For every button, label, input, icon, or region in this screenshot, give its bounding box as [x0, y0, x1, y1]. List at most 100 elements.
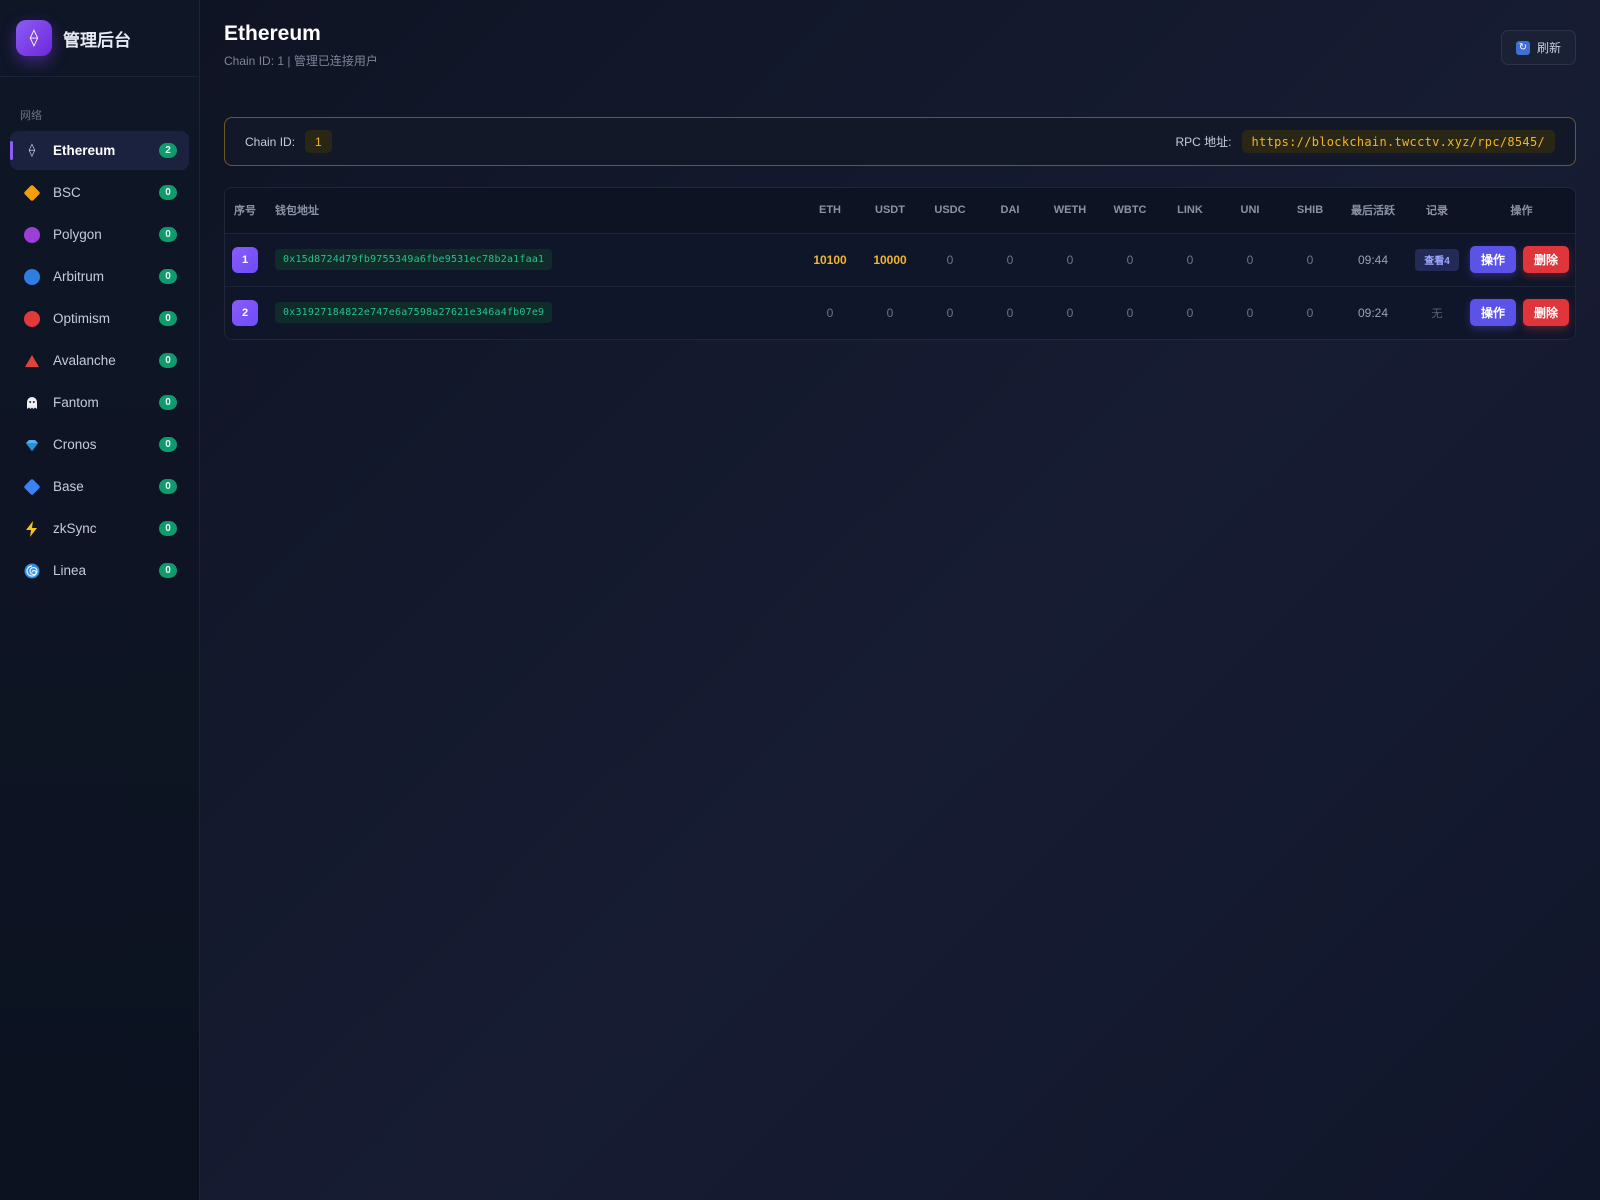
balance-uni: 0 [1246, 305, 1254, 320]
col-header-address: 钱包地址 [265, 188, 800, 234]
bsc-icon [22, 183, 42, 203]
col-header-shib: SHIB [1280, 188, 1340, 234]
sidebar-item-label: Avalanche [53, 353, 116, 368]
balance-shib: 0 [1306, 252, 1314, 267]
base-icon [22, 477, 42, 497]
refresh-button[interactable]: ↻ 刷新 [1500, 30, 1576, 65]
page-header: Ethereum Chain ID: 1 | 管理已连接用户 ↻ 刷新 [224, 22, 1576, 94]
sidebar-item-zksync[interactable]: zkSync 0 [10, 509, 189, 548]
sidebar-item-fantom[interactable]: Fantom 0 [10, 383, 189, 422]
sidebar: ⟠ 管理后台 网络 ⟠ Ethereum 2 BSC 0 Polygon 0 A… [0, 0, 200, 1200]
col-header-eth: ETH [800, 188, 860, 234]
sidebar-item-arbitrum[interactable]: Arbitrum 0 [10, 257, 189, 296]
count-badge: 0 [159, 227, 177, 242]
col-header-wbtc: WBTC [1100, 188, 1160, 234]
sidebar-item-label: Linea [53, 563, 87, 578]
col-header-last-active: 最后活跃 [1340, 188, 1406, 234]
sidebar-item-ethereum[interactable]: ⟠ Ethereum 2 [10, 131, 189, 170]
col-header-actions: 操作 [1468, 188, 1575, 234]
page-title: Ethereum [224, 22, 321, 45]
sidebar-item-linea[interactable]: Linea 0 [10, 551, 189, 590]
sidebar-item-label: Cronos [53, 437, 97, 452]
users-table: 序号 钱包地址 ETH USDT USDC DAI WETH WBTC LINK… [224, 187, 1576, 340]
balance-dai: 0 [1006, 305, 1014, 320]
operate-button[interactable]: 操作 [1469, 246, 1516, 273]
balance-link: 0 [1186, 305, 1194, 320]
chain-id-value: 1 [305, 130, 332, 153]
operate-button[interactable]: 操作 [1469, 299, 1516, 327]
arbitrum-icon [22, 267, 42, 287]
table-header-row: 序号 钱包地址 ETH USDT USDC DAI WETH WBTC LINK… [225, 188, 1575, 234]
sidebar-item-label: Fantom [53, 395, 99, 410]
count-badge: 0 [159, 353, 177, 368]
col-header-weth: WETH [1040, 188, 1100, 234]
delete-button[interactable]: 删除 [1522, 299, 1569, 327]
sidebar-item-base[interactable]: Base 0 [10, 467, 189, 506]
count-badge: 0 [159, 437, 177, 452]
view-records-button[interactable]: 查看4 [1415, 248, 1459, 271]
sidebar-item-avalanche[interactable]: Avalanche 0 [10, 341, 189, 380]
balance-wbtc: 0 [1126, 252, 1134, 267]
count-badge: 0 [159, 311, 177, 326]
brand-title: 管理后台 [63, 30, 131, 50]
col-header-index: 序号 [225, 188, 265, 234]
balance-eth: 10100 [813, 252, 847, 267]
wallet-address[interactable]: 0x31927184822e747e6a7598a27621e346a4fb07… [275, 302, 553, 324]
col-header-link: LINK [1160, 188, 1220, 234]
balance-wbtc: 0 [1126, 305, 1134, 320]
count-badge: 0 [159, 563, 177, 578]
sidebar-item-bsc[interactable]: BSC 0 [10, 173, 189, 212]
main-content: Ethereum Chain ID: 1 | 管理已连接用户 ↻ 刷新 Chai… [200, 0, 1600, 1200]
sidebar-item-cronos[interactable]: Cronos 0 [10, 425, 189, 464]
sidebar-item-label: Optimism [53, 311, 110, 326]
sidebar-item-label: Ethereum [53, 143, 116, 158]
delete-button[interactable]: 删除 [1522, 246, 1569, 273]
chain-info-bar: Chain ID: 1 RPC 地址: https://blockchain.t… [224, 117, 1576, 166]
col-header-uni: UNI [1220, 188, 1280, 234]
polygon-icon [22, 225, 42, 245]
last-active-time: 09:24 [1357, 305, 1389, 320]
optimism-icon [22, 309, 42, 329]
count-badge: 0 [159, 395, 177, 410]
count-badge: 0 [159, 521, 177, 536]
sidebar-item-label: Arbitrum [53, 269, 105, 284]
row-index-badge: 2 [232, 299, 258, 326]
table-row: 1 0x15d8724d79fb9755349a6fbe9531ec78b2a1… [225, 233, 1575, 286]
count-badge: 0 [159, 185, 177, 200]
page-subtitle: Chain ID: 1 | 管理已连接用户 [224, 54, 378, 68]
sidebar-item-label: Base [53, 479, 84, 494]
sidebar-item-optimism[interactable]: Optimism 0 [10, 299, 189, 338]
rpc-label: RPC 地址: [1175, 135, 1232, 149]
zksync-icon [22, 519, 42, 539]
refresh-icon: ↻ [1515, 40, 1530, 55]
col-header-record: 记录 [1406, 188, 1468, 234]
sidebar-item-polygon[interactable]: Polygon 0 [10, 215, 189, 254]
count-badge: 0 [159, 479, 177, 494]
balance-usdc: 0 [946, 252, 954, 267]
count-badge: 2 [159, 143, 177, 158]
sidebar-item-label: BSC [53, 185, 81, 200]
network-nav: ⟠ Ethereum 2 BSC 0 Polygon 0 Arbitrum 0 [0, 131, 199, 590]
avalanche-icon [22, 351, 42, 371]
ethereum-icon: ⟠ [28, 143, 36, 158]
cronos-icon [22, 435, 42, 455]
balance-eth: 0 [826, 305, 834, 320]
refresh-label: 刷新 [1536, 41, 1561, 55]
fantom-icon [22, 393, 42, 413]
col-header-dai: DAI [980, 188, 1040, 234]
balance-dai: 0 [1006, 252, 1014, 267]
last-active-time: 09:44 [1357, 252, 1389, 267]
row-index-badge: 1 [232, 246, 258, 273]
nav-section-label: 网络 [20, 110, 42, 122]
balance-link: 0 [1186, 252, 1194, 267]
balance-usdt: 0 [886, 305, 894, 320]
table-row: 2 0x31927184822e747e6a7598a27621e346a4fb… [225, 286, 1575, 339]
col-header-usdc: USDC [920, 188, 980, 234]
balance-uni: 0 [1246, 252, 1254, 267]
wallet-address[interactable]: 0x15d8724d79fb9755349a6fbe9531ec78b2a1fa… [275, 249, 553, 270]
brand: ⟠ 管理后台 [0, 0, 199, 77]
balance-usdc: 0 [946, 305, 954, 320]
rpc-url-value[interactable]: https://blockchain.twcctv.xyz/rpc/8545/ [1241, 130, 1555, 153]
balance-shib: 0 [1306, 305, 1314, 320]
balance-usdt: 10000 [873, 252, 907, 267]
